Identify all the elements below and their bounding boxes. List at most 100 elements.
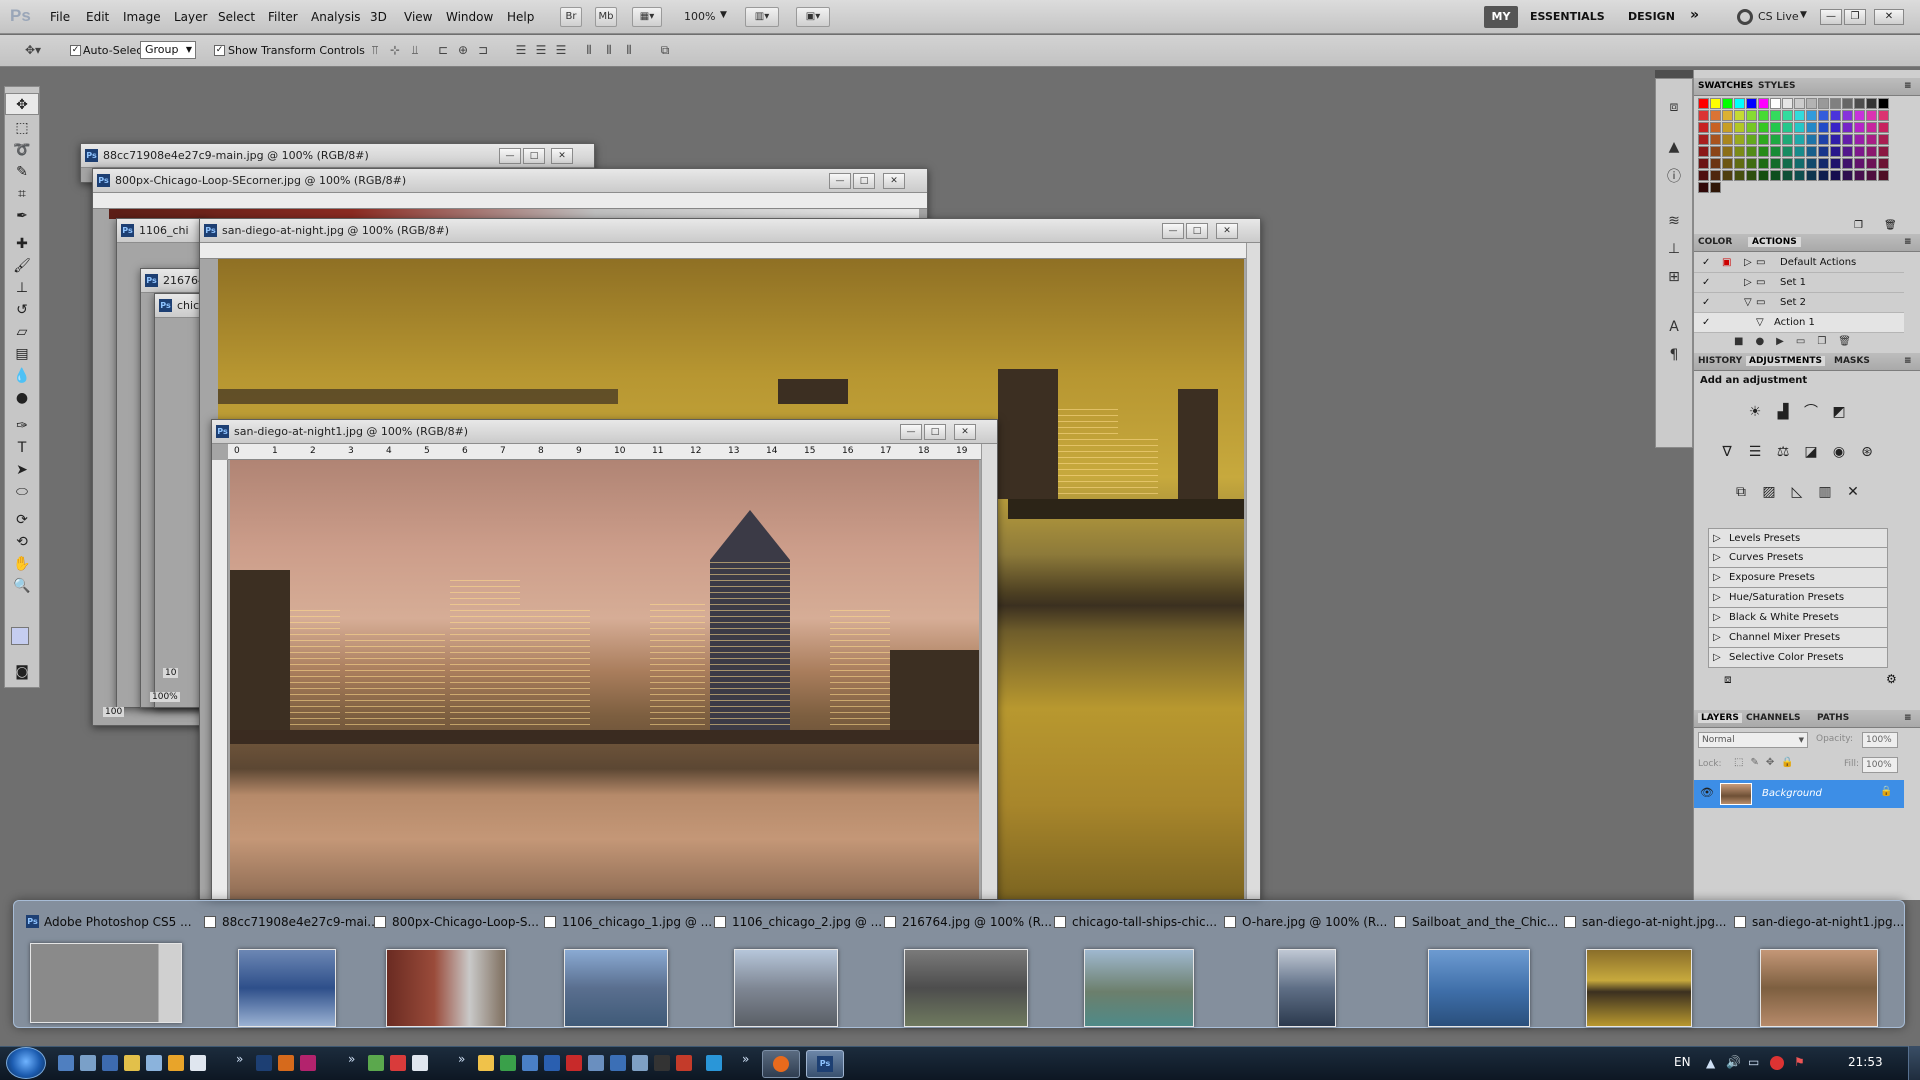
panel-collapse-bar[interactable]	[1655, 70, 1693, 78]
hue-saturation-icon[interactable]: ☰	[1744, 441, 1766, 463]
document-window-7[interactable]: Ps san-diego-at-night1.jpg @ 100% (RGB/8…	[211, 419, 998, 900]
color-swatch[interactable]	[1782, 182, 1793, 193]
preview-doc-o-hare[interactable]: O-hare.jpg @ 100% (R...	[1224, 907, 1387, 1027]
color-swatch[interactable]	[1866, 146, 1877, 157]
minimize-icon[interactable]: —	[829, 173, 851, 189]
preview-doc-88cc[interactable]: 88cc71908e4e27c9-mai...	[204, 907, 379, 1027]
color-swatch[interactable]	[1722, 146, 1733, 157]
preview-doc-san-diego[interactable]: san-diego-at-night.jpg...	[1564, 907, 1726, 1027]
color-swatch[interactable]	[1734, 146, 1745, 157]
color-swatch[interactable]	[1722, 98, 1733, 109]
quicklaunch-icon[interactable]	[412, 1055, 428, 1071]
color-swatch[interactable]	[1806, 170, 1817, 181]
swatch-grid[interactable]	[1698, 98, 1908, 218]
color-swatch[interactable]	[1734, 182, 1745, 193]
check-icon[interactable]: ✓	[1702, 253, 1710, 273]
menu-help[interactable]: Help	[507, 10, 534, 24]
color-swatch[interactable]	[1842, 122, 1853, 133]
color-swatch[interactable]	[1806, 110, 1817, 121]
menu-select[interactable]: Select	[218, 10, 255, 24]
posterize-icon[interactable]: ▨	[1758, 481, 1780, 503]
color-balance-icon[interactable]: ⚖	[1772, 441, 1794, 463]
color-swatch[interactable]	[1842, 158, 1853, 169]
color-swatch[interactable]	[1878, 122, 1889, 133]
color-swatch[interactable]	[1854, 122, 1865, 133]
color-swatch[interactable]	[1698, 98, 1709, 109]
blur-tool-icon[interactable]: 💧	[5, 365, 39, 387]
cs-live-dropdown-icon[interactable]: ▼	[1800, 10, 1807, 20]
color-swatch[interactable]	[1854, 98, 1865, 109]
color-swatch[interactable]	[1794, 98, 1805, 109]
black-white-icon[interactable]: ◪	[1800, 441, 1822, 463]
preset-curves[interactable]: ▷ Curves Presets	[1708, 548, 1888, 568]
document-4-titlebar[interactable]: Ps 216764	[141, 269, 205, 293]
color-swatch[interactable]	[1770, 146, 1781, 157]
workspace-essentials[interactable]: ESSENTIALS	[1530, 10, 1605, 23]
shape-tool-icon[interactable]: ⬭	[5, 481, 39, 503]
color-swatch[interactable]	[1818, 146, 1829, 157]
view-extras-button[interactable]: ▦▾	[632, 7, 662, 27]
tab-paths[interactable]: PATHS	[1817, 713, 1849, 723]
document-6-titlebar[interactable]: Ps san-diego-at-night.jpg @ 100% (RGB/8#…	[200, 219, 1260, 243]
color-swatch[interactable]	[1782, 158, 1793, 169]
color-swatch[interactable]	[1830, 98, 1841, 109]
color-swatch[interactable]	[1794, 134, 1805, 145]
delete-swatch-icon[interactable]: 🗑	[1884, 220, 1897, 231]
blend-mode-dropdown[interactable]: Normal ▼	[1698, 732, 1808, 748]
panel-menu-icon[interactable]: ≡	[1904, 237, 1912, 247]
color-swatch[interactable]	[1854, 146, 1865, 157]
cs-live-label[interactable]: CS Live	[1758, 10, 1799, 23]
color-swatch[interactable]	[1770, 110, 1781, 121]
color-swatch[interactable]	[1734, 110, 1745, 121]
more-workspaces-icon[interactable]: »	[1690, 7, 1699, 23]
color-swatch[interactable]	[1854, 134, 1865, 145]
menu-edit[interactable]: Edit	[86, 10, 109, 24]
fill-input[interactable]: 100%	[1862, 757, 1898, 773]
color-swatch[interactable]	[1842, 98, 1853, 109]
preview-doc-216764[interactable]: 216764.jpg @ 100% (R...	[884, 907, 1052, 1027]
dodge-tool-icon[interactable]: ●	[5, 387, 39, 409]
color-swatch[interactable]	[1830, 110, 1841, 121]
color-swatch[interactable]	[1710, 98, 1721, 109]
minimize-icon[interactable]: —	[900, 424, 922, 440]
color-swatch[interactable]	[1842, 182, 1853, 193]
preview-doc-san-diego-1[interactable]: san-diego-at-night1.jpg...	[1734, 907, 1904, 1027]
menu-filter[interactable]: Filter	[268, 10, 298, 24]
show-transform-checkbox[interactable]: ✓	[214, 45, 225, 56]
preview-photoshop[interactable]: Ps Adobe Photoshop CS5 ...	[26, 907, 192, 1027]
expand-icon[interactable]: ▷	[1744, 253, 1752, 273]
marquee-tool-icon[interactable]: ⬚	[5, 117, 39, 139]
system-clock[interactable]: 21:53	[1848, 1055, 1883, 1069]
color-swatch[interactable]	[1710, 122, 1721, 133]
color-swatch[interactable]	[1878, 170, 1889, 181]
quicklaunch-icon[interactable]	[190, 1055, 206, 1071]
document-7-titlebar[interactable]: Ps san-diego-at-night1.jpg @ 100% (RGB/8…	[212, 420, 997, 444]
opacity-input[interactable]: 100%	[1862, 732, 1898, 748]
quicklaunch-icon[interactable]	[390, 1055, 406, 1071]
quick-mask-icon[interactable]: ◙	[5, 661, 39, 683]
paragraph-icon[interactable]: ¶	[1661, 343, 1687, 367]
zoom-tool-icon[interactable]: 🔍	[5, 575, 39, 597]
move-tool-preset-icon[interactable]: ✥▾	[20, 41, 46, 59]
color-swatch[interactable]	[1794, 122, 1805, 133]
color-swatch[interactable]	[1842, 110, 1853, 121]
clone-source-icon[interactable]: ⊥	[1661, 237, 1687, 261]
color-swatch[interactable]	[1698, 110, 1709, 121]
chevron-right-icon[interactable]: »	[742, 1052, 749, 1066]
color-swatch[interactable]	[1746, 122, 1757, 133]
color-swatch[interactable]	[1818, 110, 1829, 121]
screen-mode-button[interactable]: ▣▾	[796, 7, 830, 27]
color-swatch[interactable]	[1878, 158, 1889, 169]
color-swatch[interactable]	[1794, 170, 1805, 181]
channel-mixer-icon[interactable]: ⊛	[1856, 441, 1878, 463]
tab-adjustments[interactable]: ADJUSTMENTS	[1746, 356, 1825, 366]
color-swatch[interactable]	[1746, 170, 1757, 181]
color-swatch[interactable]	[1710, 146, 1721, 157]
color-swatch[interactable]	[1770, 134, 1781, 145]
lasso-tool-icon[interactable]: ➰	[5, 139, 39, 161]
color-swatch[interactable]	[1878, 134, 1889, 145]
path-selection-tool-icon[interactable]: ➤	[5, 459, 39, 481]
color-swatch[interactable]	[1698, 122, 1709, 133]
menu-image[interactable]: Image	[123, 10, 161, 24]
distribute-top-icon[interactable]: ☰	[512, 41, 530, 59]
